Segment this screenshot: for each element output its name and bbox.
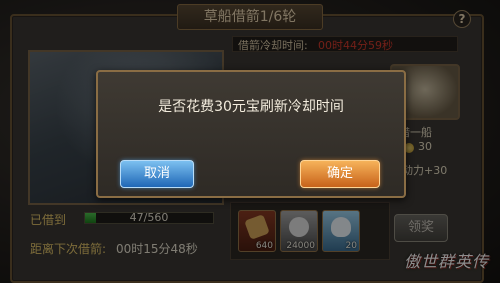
dialog-message: 是否花费30元宝刷新冷却时间	[158, 99, 344, 115]
cancel-button[interactable]: 取消	[120, 160, 194, 188]
confirm-button[interactable]: 确定	[300, 160, 380, 188]
